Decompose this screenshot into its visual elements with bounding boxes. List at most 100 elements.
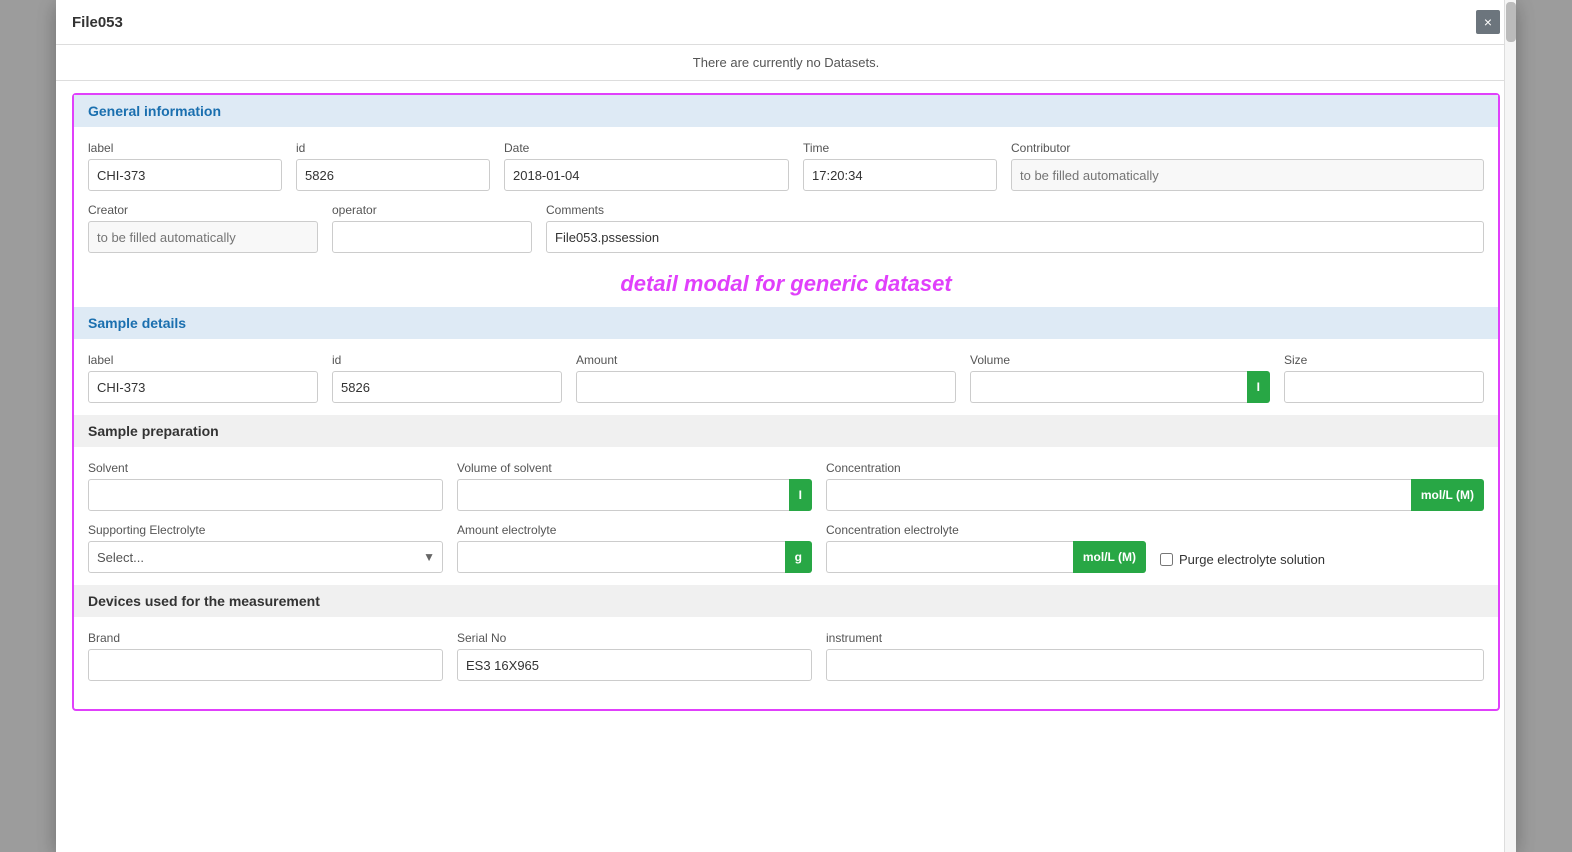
scrollbar[interactable] [1504,0,1516,852]
id-input[interactable] [296,159,490,191]
instrument-group: instrument [826,631,1484,681]
solvent-group: Solvent [88,461,443,511]
time-input[interactable] [803,159,997,191]
purge-checkbox[interactable] [1160,553,1173,566]
general-info-header: General information [74,95,1498,127]
label-group: label [88,141,282,191]
id-label: id [296,141,490,155]
sample-id-group: id [332,353,562,403]
sample-details-header: Sample details [74,307,1498,339]
contributor-input[interactable] [1011,159,1484,191]
volume-label: Volume [970,353,1270,367]
instrument-label: instrument [826,631,1484,645]
amount-group: Amount [576,353,956,403]
solvent-label: Solvent [88,461,443,475]
label-label: label [88,141,282,155]
date-label: Date [504,141,789,155]
conc-elec-input-wrapper: mol/L (M) [826,541,1146,573]
electrolyte-select-wrapper: Select... ▼ [88,541,443,573]
modal-title: File053 [72,14,123,31]
volume-group: Volume I [970,353,1270,403]
volume-btn[interactable]: I [1247,371,1270,403]
vol-solvent-label: Volume of solvent [457,461,812,475]
modal-header: File053 × [56,0,1516,45]
amount-elec-group: Amount electrolyte g [457,523,812,573]
sample-id-input[interactable] [332,371,562,403]
close-button[interactable]: × [1476,10,1500,34]
amount-elec-input[interactable] [457,541,785,573]
concentration-group: Concentration mol/L (M) [826,461,1484,511]
serial-label: Serial No [457,631,812,645]
no-datasets-bar: There are currently no Datasets. [56,45,1516,81]
concentration-input-wrapper: mol/L (M) [826,479,1484,511]
vol-solvent-input-wrapper: I [457,479,812,511]
serial-group: Serial No [457,631,812,681]
creator-group: Creator [88,203,318,253]
concentration-btn[interactable]: mol/L (M) [1411,479,1484,511]
creator-label: Creator [88,203,318,217]
solvent-input[interactable] [88,479,443,511]
serial-input[interactable] [457,649,812,681]
operator-group: operator [332,203,532,253]
sample-details-content: label id Amount Volume [74,353,1498,403]
electrolyte-group: Supporting Electrolyte Select... ▼ [88,523,443,573]
conc-elec-label: Concentration electrolyte [826,523,1146,537]
conc-elec-btn[interactable]: mol/L (M) [1073,541,1146,573]
sample-prep-row1: Solvent Volume of solvent I Concentratio… [88,461,1484,511]
concentration-label: Concentration [826,461,1484,475]
size-group: Size [1284,353,1484,403]
general-info-row2: Creator operator Comments [88,203,1484,253]
brand-input[interactable] [88,649,443,681]
brand-group: Brand [88,631,443,681]
modal-content: General information label id [56,81,1516,735]
label-input[interactable] [88,159,282,191]
time-label: Time [803,141,997,155]
amount-elec-label: Amount electrolyte [457,523,812,537]
concentration-input[interactable] [826,479,1411,511]
sample-label-label: label [88,353,318,367]
conc-elec-group: Concentration electrolyte mol/L (M) [826,523,1146,573]
comments-label: Comments [546,203,1484,217]
modal-container: File053 × There are currently no Dataset… [56,0,1516,852]
amount-label: Amount [576,353,956,367]
volume-input[interactable] [970,371,1247,403]
pink-border-box: General information label id [72,93,1500,711]
sample-label-input[interactable] [88,371,318,403]
conc-elec-input[interactable] [826,541,1073,573]
vol-solvent-input[interactable] [457,479,789,511]
sample-label-group: label [88,353,318,403]
operator-label: operator [332,203,532,217]
amount-input[interactable] [576,371,956,403]
comments-input[interactable] [546,221,1484,253]
creator-input[interactable] [88,221,318,253]
instrument-input[interactable] [826,649,1484,681]
devices-header: Devices used for the measurement [74,585,1498,617]
purge-group: Purge electrolyte solution [1160,534,1484,573]
sample-prep-header: Sample preparation [74,415,1498,447]
size-label: Size [1284,353,1484,367]
time-group: Time [803,141,997,191]
devices-content: Brand Serial No instrument [74,631,1498,681]
watermark-text: detail modal for generic dataset [88,265,1484,307]
general-info-row1: label id Date Time [88,141,1484,191]
amount-elec-btn[interactable]: g [785,541,812,573]
general-info-content: label id Date Time [74,141,1498,307]
amount-elec-input-wrapper: g [457,541,812,573]
scrollbar-thumb [1506,2,1516,42]
vol-solvent-group: Volume of solvent I [457,461,812,511]
contributor-group: Contributor [1011,141,1484,191]
vol-solvent-btn[interactable]: I [789,479,812,511]
size-input[interactable] [1284,371,1484,403]
date-group: Date [504,141,789,191]
sample-details-row1: label id Amount Volume [88,353,1484,403]
contributor-label: Contributor [1011,141,1484,155]
operator-input[interactable] [332,221,532,253]
sample-id-label: id [332,353,562,367]
volume-input-wrapper: I [970,371,1270,403]
sample-prep-row2: Supporting Electrolyte Select... ▼ Amoun… [88,523,1484,573]
comments-group: Comments [546,203,1484,253]
id-group: id [296,141,490,191]
electrolyte-select[interactable]: Select... [88,541,443,573]
electrolyte-label: Supporting Electrolyte [88,523,443,537]
date-input[interactable] [504,159,789,191]
